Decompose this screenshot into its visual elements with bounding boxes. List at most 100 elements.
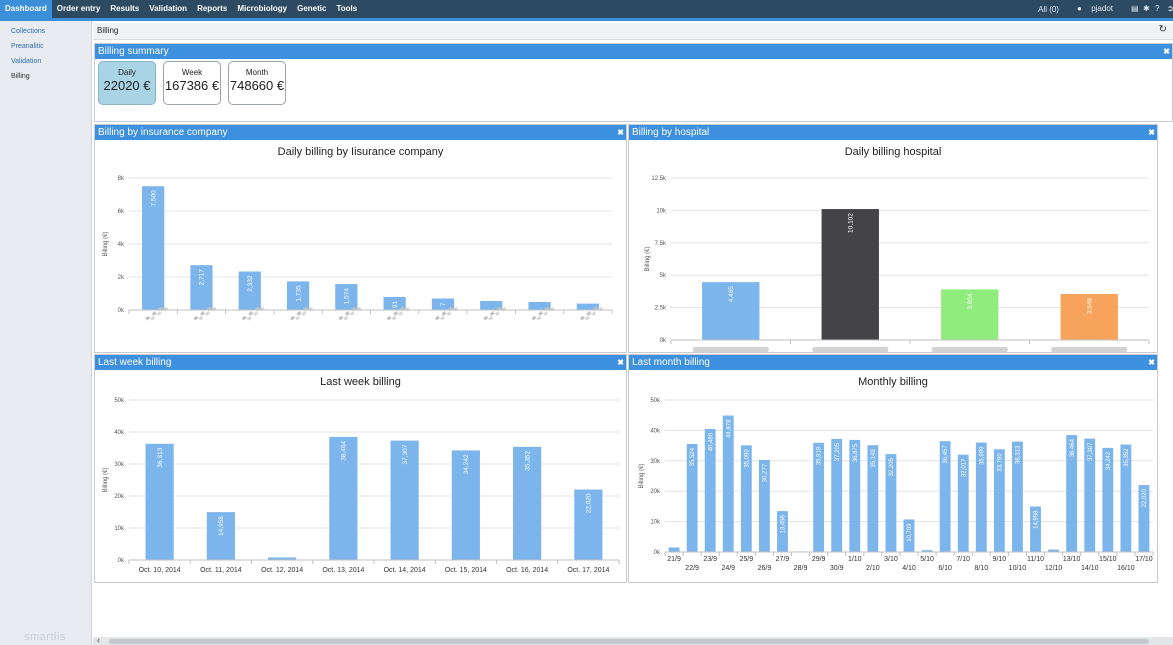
- user-menu[interactable]: ● pjadot: [1065, 4, 1125, 14]
- bar-data-label: 35,352: [1124, 448, 1130, 467]
- username: pjadot: [1091, 4, 1113, 13]
- sidebar-item-billing[interactable]: Billing: [0, 69, 91, 84]
- hospital-bar-chart: 0k 2.5k 5k 7.5k 10k 12.5k Billing (€) 4,465 10,1…: [645, 176, 1150, 352]
- x-tick-label: Oct. 12, 2014: [261, 567, 303, 574]
- x-tick-label: 12/10: [1045, 565, 1063, 572]
- tile-label: Month: [245, 68, 269, 77]
- x-tick-label: Oct. 15, 2014: [445, 567, 487, 574]
- bar-data-label: 22,020: [1142, 488, 1148, 507]
- x-tick-label: 21/9: [667, 556, 681, 563]
- pixelated-text-block: [290, 315, 296, 321]
- nav-item-microbiology[interactable]: Microbiology: [232, 0, 292, 18]
- sidebar-item-validation[interactable]: Validation: [0, 54, 91, 69]
- panel-title: Last month billing: [632, 357, 710, 368]
- week-total-tile[interactable]: Week 167386 €: [163, 61, 221, 105]
- pixelated-text-block: [151, 311, 157, 316]
- logout-icon[interactable]: ➲: [1161, 4, 1173, 14]
- scrollbar-thumb[interactable]: [109, 639, 1149, 644]
- y-tick-label: 30k: [650, 459, 661, 465]
- close-icon[interactable]: ✖: [1163, 44, 1170, 59]
- x-tick-label: 26/9: [758, 565, 772, 572]
- x-tick-label: Oct. 13, 2014: [322, 567, 364, 574]
- y-tick-label: 10k: [656, 208, 667, 214]
- x-tick-label: 15/10: [1099, 556, 1117, 563]
- y-tick-label: 0k: [118, 558, 125, 564]
- help-icon[interactable]: ?: [1149, 4, 1161, 14]
- nav-item-order-entry[interactable]: Order entry: [52, 0, 106, 18]
- scroll-left-icon[interactable]: ‹: [97, 635, 100, 645]
- bar-data-label: 35,149: [871, 448, 877, 467]
- bar-data-label: 30,277: [763, 463, 769, 482]
- pixelated-text-block: [483, 315, 489, 321]
- sidebar-item-collections[interactable]: Collections: [0, 24, 91, 39]
- x-tick-label: 3/10: [884, 556, 898, 563]
- last-week-bar-chart: 0k 10k 20k 30k 40k 50k Billing (€) 36,313 Oct. 1…: [103, 398, 620, 574]
- pixelated-text-block: [531, 315, 537, 321]
- tile-value: 22020 €: [103, 78, 151, 93]
- bar-data-label: 38,464: [1070, 438, 1076, 457]
- daily-total-tile[interactable]: Daily 22020 €: [98, 61, 156, 105]
- gear-icon[interactable]: ✱: [1137, 4, 1150, 14]
- horizontal-scrollbar[interactable]: ‹: [93, 635, 1173, 645]
- insurance-billing-panel: Billing by insurance company ✖ Daily bil…: [94, 124, 627, 353]
- bar-data-label: 35,352: [524, 450, 531, 470]
- y-tick-label: 4k: [118, 242, 125, 248]
- bar-data-label: 3,904: [967, 293, 974, 310]
- pixelated-text-block: [441, 311, 447, 316]
- nav-item-results[interactable]: Results: [105, 0, 144, 18]
- pixelated-text-block: [538, 311, 544, 316]
- bar-data-label: 34,242: [463, 454, 470, 474]
- nav-item-genetic[interactable]: Genetic: [292, 0, 331, 18]
- pixelated-text-block: [586, 311, 592, 316]
- bar-data-label: 10,709: [907, 523, 913, 542]
- messages-icon[interactable]: ▤: [1125, 4, 1139, 14]
- pixelated-text-block: [344, 311, 350, 316]
- y-tick-label: 10k: [114, 526, 125, 532]
- close-icon[interactable]: ✖: [1148, 355, 1155, 370]
- y-tick-label: 10k: [650, 520, 661, 526]
- pixelated-text-block: [349, 311, 355, 317]
- pixelated-text-block: [241, 315, 247, 321]
- billing-summary-panel: Billing summary ✖ Daily 22020 € Week 167…: [94, 43, 1173, 122]
- panel-header: Billing by insurance company ✖: [95, 125, 626, 140]
- y-tick-label: 0k: [654, 550, 661, 556]
- nav-item-reports[interactable]: Reports: [192, 0, 232, 18]
- filter-all-link[interactable]: All (0): [1032, 5, 1065, 14]
- refresh-icon[interactable]: ↻: [1159, 24, 1167, 35]
- x-tick-label: 16/10: [1117, 565, 1135, 572]
- bar-data-label: 34,242: [1106, 451, 1112, 470]
- pixelated-text-block: [536, 315, 542, 321]
- bar-data-label: 37,307: [402, 444, 409, 464]
- x-tick-label: Oct. 14, 2014: [384, 567, 426, 574]
- last-month-billing-panel: Last month billing ✖ Monthly billing 0k 1…: [628, 354, 1158, 583]
- bar-data-label: 91: [392, 301, 399, 309]
- x-tick-label: 29/9: [812, 556, 826, 563]
- nav-accent-line: [0, 18, 1173, 21]
- sidebar-item-preanalitic[interactable]: Preanalitic: [0, 39, 91, 54]
- nav-item-dashboard[interactable]: Dashboard: [0, 0, 52, 18]
- bar: [668, 547, 680, 552]
- pixelated-text-block: [543, 311, 549, 317]
- close-icon[interactable]: ✖: [1148, 125, 1155, 140]
- pixelated-text-block: [338, 315, 344, 321]
- close-icon[interactable]: ✖: [617, 125, 624, 140]
- bar-data-label: 3,548: [1087, 298, 1094, 315]
- pixelated-text-block: [446, 311, 452, 317]
- close-icon[interactable]: ✖: [617, 355, 624, 370]
- bar-data-label: 14,958: [218, 516, 225, 536]
- panel-header: Billing by hospital ✖: [629, 125, 1157, 140]
- pixelated-text-block: [248, 311, 254, 316]
- month-total-tile[interactable]: Month 748660 €: [228, 61, 286, 105]
- nav-item-validation[interactable]: Validation: [144, 0, 192, 18]
- bar-data-label: 13,456: [781, 514, 787, 533]
- nav-item-tools[interactable]: Tools: [331, 0, 362, 18]
- pixelated-text-block: [156, 311, 162, 317]
- x-tick-label: 7/10: [956, 556, 970, 563]
- hospital-billing-panel: Billing by hospital ✖ Daily billing hosp…: [628, 124, 1158, 353]
- pixelated-text-block: [391, 315, 397, 321]
- y-tick-label: 7.5k: [655, 241, 667, 247]
- x-tick-label: Oct. 10, 2014: [139, 567, 181, 574]
- pixelated-text-block: [205, 311, 210, 317]
- x-tick-label: 24/9: [721, 565, 735, 572]
- x-tick-label: 11/10: [1027, 556, 1044, 563]
